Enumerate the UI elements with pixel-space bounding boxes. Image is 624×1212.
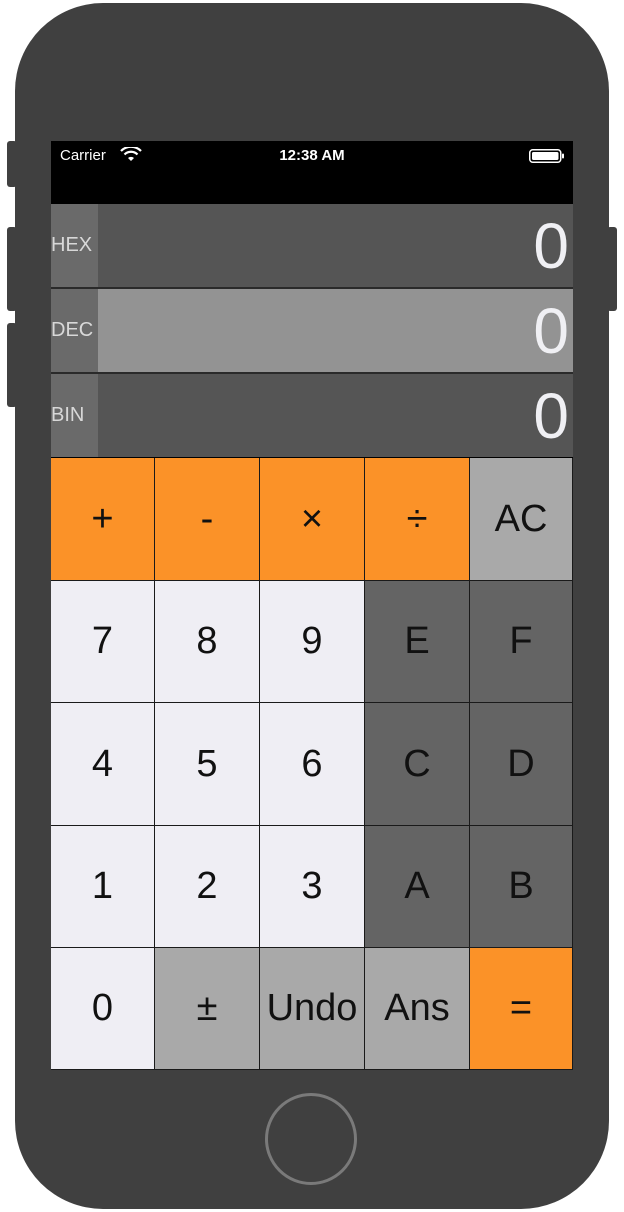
key-e[interactable]: E <box>365 581 470 703</box>
key-5[interactable]: 5 <box>155 703 260 826</box>
key-a[interactable]: A <box>365 826 470 948</box>
key-1[interactable]: 1 <box>51 826 155 948</box>
home-button[interactable] <box>265 1093 357 1185</box>
dec-row[interactable]: DEC 0 <box>51 289 573 372</box>
hex-value-box: 0 <box>98 204 573 287</box>
key-f[interactable]: F <box>470 581 573 703</box>
bin-value: 0 <box>533 380 569 452</box>
dec-value: 0 <box>533 295 569 367</box>
bin-value-box: 0 <box>98 374 573 457</box>
key-d[interactable]: D <box>470 703 573 826</box>
key-b[interactable]: B <box>470 826 573 948</box>
dec-label: DEC <box>51 289 98 372</box>
equals-key[interactable]: = <box>470 948 573 1070</box>
undo-key[interactable]: Undo <box>260 948 365 1070</box>
key-0[interactable]: 0 <box>51 948 155 1070</box>
all-clear-key[interactable]: AC <box>470 458 573 581</box>
key-4[interactable]: 4 <box>51 703 155 826</box>
bin-row[interactable]: BIN 0 <box>51 374 573 457</box>
clock: 12:38 AM <box>279 147 345 164</box>
key-7[interactable]: 7 <box>51 581 155 703</box>
plus-minus-key[interactable]: ± <box>155 948 260 1070</box>
status-bar: Carrier 12:38 AM <box>51 141 573 204</box>
key-9[interactable]: 9 <box>260 581 365 703</box>
battery-icon <box>529 149 564 163</box>
hex-label: HEX <box>51 204 98 287</box>
multiply-key[interactable]: × <box>260 458 365 581</box>
hex-value: 0 <box>533 210 569 282</box>
key-2[interactable]: 2 <box>155 826 260 948</box>
bin-label: BIN <box>51 374 98 457</box>
key-6[interactable]: 6 <box>260 703 365 826</box>
key-8[interactable]: 8 <box>155 581 260 703</box>
plus-key[interactable]: + <box>51 458 155 581</box>
hex-row[interactable]: HEX 0 <box>51 204 573 287</box>
dec-value-box: 0 <box>98 289 573 372</box>
divide-key[interactable]: ÷ <box>365 458 470 581</box>
keypad: + - × ÷ AC 7 8 9 E F 4 5 6 C D 1 2 3 A B… <box>51 458 573 1070</box>
screen: Carrier 12:38 AM HEX 0 DEC 0 BIN 0 + - ×… <box>51 141 573 1070</box>
minus-key[interactable]: - <box>155 458 260 581</box>
key-3[interactable]: 3 <box>260 826 365 948</box>
ans-key[interactable]: Ans <box>365 948 470 1070</box>
key-c[interactable]: C <box>365 703 470 826</box>
